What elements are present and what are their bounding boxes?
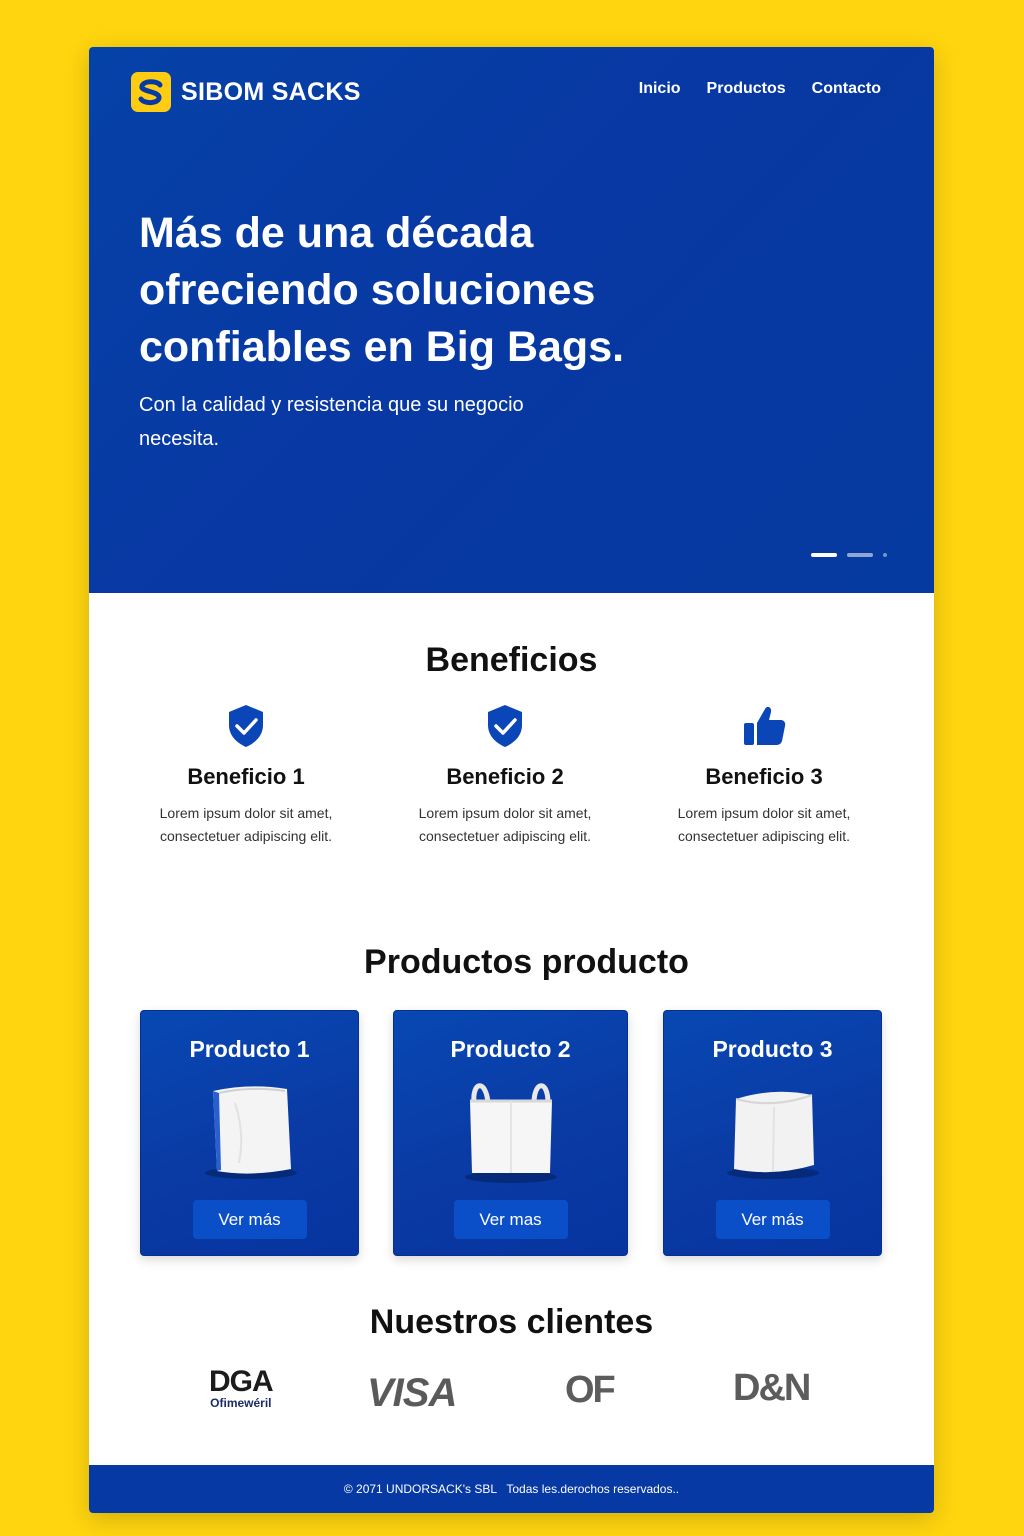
bulk-bag-image [141, 1073, 358, 1183]
client-logo-dga: DGA Ofimewéril [209, 1365, 274, 1411]
main-nav: Inicio Productos Contacto [639, 80, 881, 98]
thumbs-up-icon [644, 702, 884, 750]
bulk-bag-image [664, 1073, 881, 1183]
product-card-2[interactable]: Producto 2 Ver mas [393, 1010, 628, 1256]
carousel-dot-2[interactable] [847, 553, 873, 557]
benefits-title: Beneficios [425, 641, 598, 679]
client-logo-text: D&N [733, 1367, 811, 1409]
client-logo-visa: VISA [367, 1371, 457, 1416]
brand-name: SIBOM SACKS [181, 77, 361, 106]
benefit-title: Beneficio 1 [187, 764, 305, 789]
hero-title: Más de una década ofreciendo soluciones … [139, 209, 625, 371]
carousel-dot-3[interactable] [883, 553, 887, 557]
nav-link-productos[interactable]: Productos [707, 80, 786, 98]
shield-check-icon [385, 702, 625, 750]
carousel-dot-1[interactable] [811, 553, 837, 557]
hero-section: SIBOM SACKS Inicio Productos Contacto Má… [89, 47, 934, 593]
client-logo-text: DGA [209, 1365, 274, 1398]
benefit-card-3: Beneficio 3 Lorem ipsum dolor sit amet, … [644, 702, 884, 848]
footer-copyright: © 2071 UNDORSACK's SBL Todas les.derocho… [343, 1482, 680, 1496]
hero-subtitle: Con la calidad y resistencia que su nego… [139, 394, 524, 450]
product-card-1[interactable]: Producto 1 Ver más [140, 1010, 359, 1256]
clients-logos: DGA Ofimewéril VISA OF D&N [89, 1367, 934, 1427]
product-title: Producto 3 [712, 1036, 833, 1062]
shield-check-icon [126, 702, 366, 750]
products-title: Productos producto [364, 943, 689, 981]
bulk-bag-image [394, 1073, 627, 1185]
client-logo-subtext: Ofimewéril [210, 1396, 272, 1410]
ver-mas-button[interactable]: Ver más [192, 1200, 307, 1239]
product-title: Producto 2 [450, 1036, 571, 1062]
client-logo-dn: D&N [733, 1367, 811, 1410]
client-logo-of: OF [565, 1369, 616, 1412]
brand-logo[interactable]: SIBOM SACKS [131, 72, 361, 112]
product-title: Producto 1 [189, 1036, 310, 1062]
clients-title: Nuestros clientes [369, 1303, 654, 1341]
page-frame: SIBOM SACKS Inicio Productos Contacto Má… [89, 47, 934, 1513]
benefit-text: Lorem ipsum dolor sit amet, consectetuer… [159, 805, 333, 844]
client-logo-text: OF [565, 1369, 616, 1411]
benefit-card-2: Beneficio 2 Lorem ipsum dolor sit amet, … [385, 702, 625, 848]
benefit-text: Lorem ipsum dolor sit amet, consectetuer… [418, 805, 592, 844]
client-logo-text: VISA [367, 1371, 457, 1415]
benefit-card-1: Beneficio 1 Lorem ipsum dolor sit amet, … [126, 702, 366, 848]
nav-link-contacto[interactable]: Contacto [812, 80, 881, 98]
logo-mark-icon [131, 72, 171, 112]
benefit-title: Beneficio 3 [705, 764, 823, 789]
benefit-title: Beneficio 2 [446, 764, 564, 789]
nav-link-inicio[interactable]: Inicio [639, 80, 681, 98]
product-card-3[interactable]: Producto 3 Ver más [663, 1010, 882, 1256]
carousel-indicators [811, 553, 887, 557]
ver-mas-button[interactable]: Ver mas [453, 1200, 568, 1239]
ver-mas-button[interactable]: Ver más [715, 1200, 830, 1239]
benefit-text: Lorem ipsum dolor sit amet, consectetuer… [677, 805, 851, 844]
footer: © 2071 UNDORSACK's SBL Todas les.derocho… [89, 1465, 934, 1513]
